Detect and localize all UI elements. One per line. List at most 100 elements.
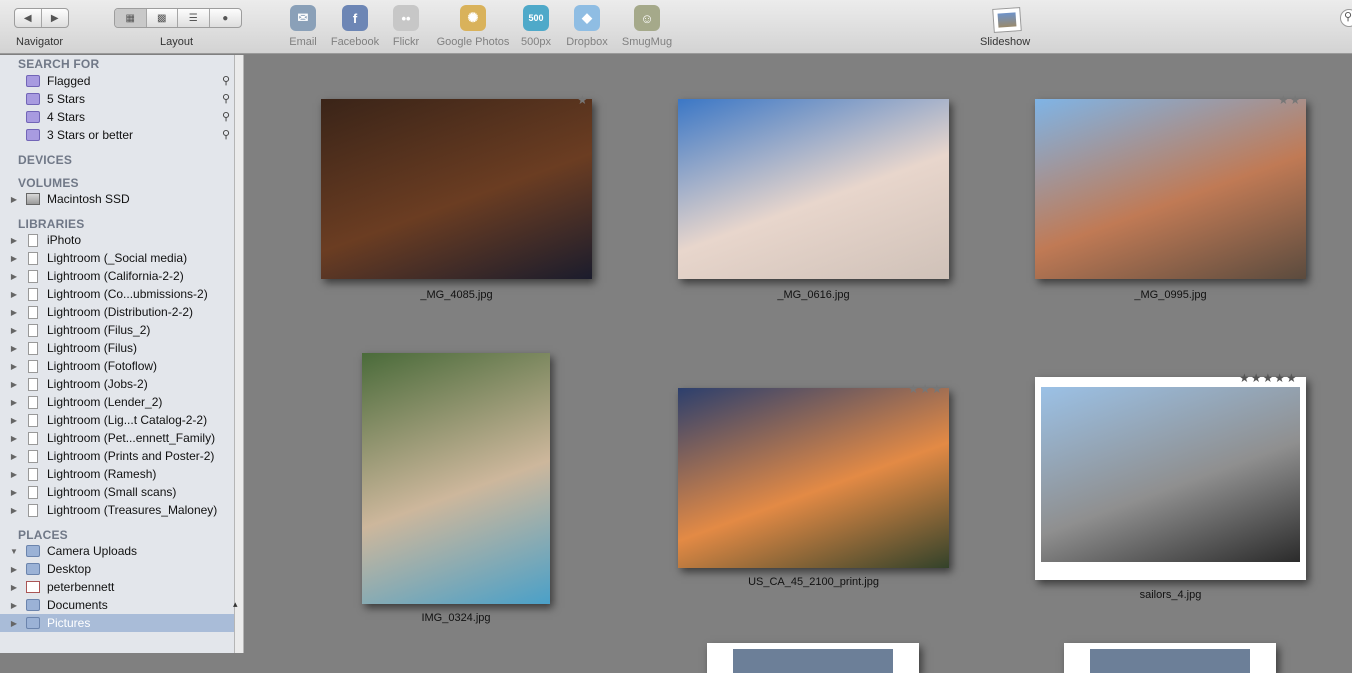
disclosure-triangle-icon[interactable]: ▶ xyxy=(6,308,22,317)
share-button-smugmug[interactable]: ☺ SmugMug xyxy=(618,5,676,48)
library-item[interactable]: ▶ Lightroom (Treasures_Maloney) xyxy=(0,501,234,519)
sidebar-splitter[interactable]: ▴ xyxy=(233,55,244,653)
layout-label: Layout xyxy=(160,36,194,48)
library-item[interactable]: ▶ Lightroom (Distribution-2-2) xyxy=(0,303,234,321)
row-label: Lightroom (Lender_2) xyxy=(47,395,163,409)
photo-thumbnail[interactable] xyxy=(1035,377,1306,580)
grid-layout-icon[interactable]: ▦ xyxy=(115,9,147,27)
smart-folder-icon xyxy=(26,75,40,87)
photo-thumbnail[interactable] xyxy=(362,353,550,604)
library-item[interactable]: ▶ iPhoto xyxy=(0,231,234,249)
search-item[interactable]: 3 Stars or better ⚲ xyxy=(0,126,234,144)
disclosure-triangle-icon[interactable]: ▶ xyxy=(6,236,22,245)
row-label: Lightroom (Jobs-2) xyxy=(47,377,148,391)
disclosure-triangle-icon[interactable]: ▶ xyxy=(6,583,22,592)
library-item[interactable]: ▶ Lightroom (Pet...ennett_Family) xyxy=(0,429,234,447)
library-item[interactable]: ▶ Lightroom (California-2-2) xyxy=(0,267,234,285)
magnifier-icon: ⚲ xyxy=(221,75,230,87)
row-label: Lightroom (Pet...ennett_Family) xyxy=(47,431,216,445)
library-item[interactable]: ▶ Lightroom (Lig...t Catalog-2-2) xyxy=(0,411,234,429)
list-layout-icon[interactable]: ☰ xyxy=(178,9,210,27)
share-label: 500px xyxy=(521,36,551,48)
search-item[interactable]: Flagged ⚲ xyxy=(0,72,234,90)
place-item[interactable]: ▶ peterbennett xyxy=(0,578,234,596)
share-button-500px[interactable]: 500 500px xyxy=(515,5,557,48)
row-label: Lightroom (Co...ubmissions-2) xyxy=(47,287,208,301)
photo-thumbnail-partial[interactable] xyxy=(707,643,919,673)
library-item[interactable]: ▶ Lightroom (Small scans) xyxy=(0,483,234,501)
place-item[interactable]: ▶ Documents xyxy=(0,596,234,614)
disclosure-triangle-icon[interactable]: ▶ xyxy=(6,565,22,574)
library-file-icon xyxy=(28,359,38,373)
disclosure-triangle-icon[interactable]: ▶ xyxy=(6,398,22,407)
photo-filename[interactable]: _MG_0616.jpg xyxy=(678,289,949,301)
disclosure-triangle-icon[interactable]: ▶ xyxy=(6,619,22,628)
search-item[interactable]: 4 Stars ⚲ xyxy=(0,108,234,126)
library-item[interactable]: ▶ Lightroom (Co...ubmissions-2) xyxy=(0,285,234,303)
photo-filename[interactable]: IMG_0324.jpg xyxy=(362,612,550,624)
info-layout-icon[interactable]: ● xyxy=(210,9,241,27)
photo-filename[interactable]: _MG_4085.jpg xyxy=(321,289,592,301)
share-button-dropbox[interactable]: ◆ Dropbox xyxy=(560,5,614,48)
photo-filename[interactable]: US_CA_45_2100_print.jpg xyxy=(678,576,949,588)
disclosure-triangle-icon[interactable]: ▶ xyxy=(6,488,22,497)
disclosure-triangle-icon[interactable]: ▶ xyxy=(6,506,22,515)
search-item[interactable]: 5 Stars ⚲ xyxy=(0,90,234,108)
disclosure-triangle-icon[interactable]: ▶ xyxy=(6,601,22,610)
library-item[interactable]: ▶ Lightroom (_Social media) xyxy=(0,249,234,267)
place-item[interactable]: ▶ Pictures xyxy=(0,614,234,632)
share-label: Email xyxy=(289,36,317,48)
share-button-facebook[interactable]: f Facebook xyxy=(328,5,382,48)
place-item[interactable]: ▶ Desktop xyxy=(0,560,234,578)
disclosure-triangle-icon[interactable]: ▶ xyxy=(6,272,22,281)
smart-folder-icon xyxy=(26,93,40,105)
disclosure-triangle-icon[interactable]: ▶ xyxy=(6,254,22,263)
place-item[interactable]: ▼ Camera Uploads xyxy=(0,542,234,560)
library-item[interactable]: ▶ Lightroom (Ramesh) xyxy=(0,465,234,483)
library-item[interactable]: ▶ Lightroom (Lender_2) xyxy=(0,393,234,411)
back-button[interactable]: ◀ xyxy=(15,9,42,27)
rating-stars: ★★ xyxy=(1278,93,1302,107)
library-item[interactable]: ▶ Lightroom (Filus) xyxy=(0,339,234,357)
photo-thumbnail[interactable] xyxy=(1035,99,1306,279)
scroll-up-icon[interactable]: ▴ xyxy=(233,599,238,610)
disclosure-triangle-icon[interactable]: ▶ xyxy=(6,344,22,353)
library-item[interactable]: ▶ Lightroom (Filus_2) xyxy=(0,321,234,339)
slideshow-label[interactable]: Slideshow xyxy=(980,36,1030,48)
disclosure-triangle-icon[interactable]: ▶ xyxy=(6,470,22,479)
library-item[interactable]: ▶ Lightroom (Prints and Poster-2) xyxy=(0,447,234,465)
disclosure-triangle-icon[interactable]: ▶ xyxy=(6,452,22,461)
disclosure-triangle-icon[interactable]: ▶ xyxy=(6,380,22,389)
photo-image xyxy=(678,99,949,279)
library-file-icon xyxy=(28,287,38,301)
photo-filename[interactable]: _MG_0995.jpg xyxy=(1035,289,1306,301)
disclosure-triangle-icon[interactable]: ▶ xyxy=(6,195,22,204)
library-item[interactable]: ▶ Lightroom (Jobs-2) xyxy=(0,375,234,393)
photo-thumbnail[interactable] xyxy=(678,388,949,568)
share-button-google-photos[interactable]: ✺ Google Photos xyxy=(432,5,514,48)
disclosure-triangle-icon[interactable]: ▼ xyxy=(6,547,22,556)
magnifier-icon: ⚲ xyxy=(221,111,230,123)
disclosure-triangle-icon[interactable]: ▶ xyxy=(6,434,22,443)
photo-filename[interactable]: sailors_4.jpg xyxy=(1035,589,1306,601)
filmstrip-layout-icon[interactable]: ▩ xyxy=(147,9,178,27)
disclosure-triangle-icon[interactable]: ▶ xyxy=(6,362,22,371)
disclosure-triangle-icon[interactable]: ▶ xyxy=(6,326,22,335)
volume-item[interactable]: ▶ Macintosh SSD xyxy=(0,190,234,208)
library-file-icon xyxy=(28,485,38,499)
slideshow-icon[interactable] xyxy=(992,7,1022,33)
photo-thumbnail[interactable] xyxy=(678,99,949,279)
library-item[interactable]: ▶ Lightroom (Fotoflow) xyxy=(0,357,234,375)
photo-thumbnail-partial[interactable] xyxy=(1064,643,1276,673)
disclosure-triangle-icon[interactable]: ▶ xyxy=(6,290,22,299)
row-label: Camera Uploads xyxy=(47,544,138,558)
photo-thumbnail[interactable] xyxy=(321,99,592,279)
disclosure-triangle-icon[interactable]: ▶ xyxy=(6,416,22,425)
forward-button[interactable]: ▶ xyxy=(42,9,68,27)
share-label: Flickr xyxy=(392,36,420,48)
section-volumes: VOLUMES xyxy=(18,176,79,190)
share-button-flickr[interactable]: •• Flickr xyxy=(379,5,433,48)
share-button-email[interactable]: ✉ Email xyxy=(276,5,330,48)
flickr-icon: •• xyxy=(393,5,419,31)
search-icon[interactable]: ⚲ xyxy=(1340,9,1352,27)
